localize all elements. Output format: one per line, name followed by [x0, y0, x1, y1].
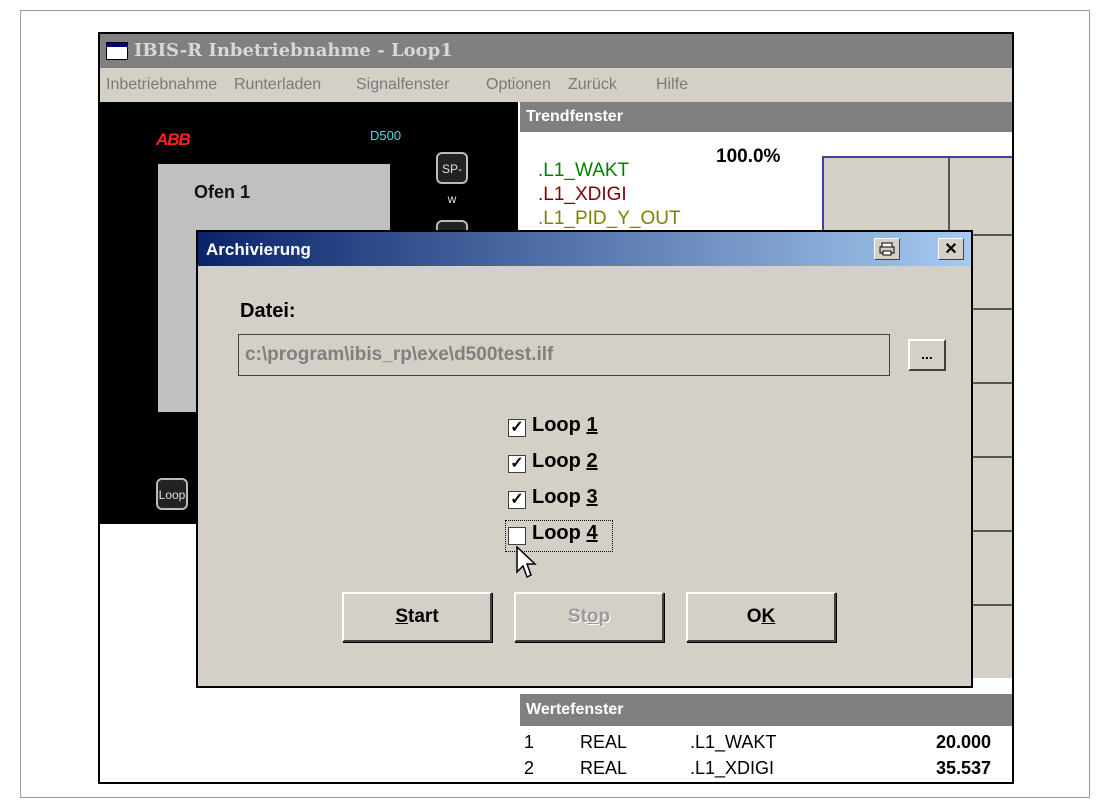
start-button[interactable]: Start [342, 592, 492, 642]
row-number: 2 [524, 758, 535, 778]
menu-runterladen[interactable]: Runterladen [234, 76, 321, 94]
mouse-pointer-icon [516, 546, 537, 579]
menu-signalfenster[interactable]: Signalfenster [356, 76, 449, 94]
file-path-field[interactable] [238, 334, 890, 376]
menu-hilfe[interactable]: Hilfe [656, 76, 688, 94]
table-row: 2 REAL .L1_XDIGI 35.537 [524, 756, 1012, 782]
value-window-header: Wertefenster [520, 694, 1012, 726]
sp-w-button[interactable]: SP-w [436, 152, 468, 206]
menu-bar: Inbetriebnahme Runterladen Signalfenster… [100, 68, 1012, 102]
title-bar: IBIS-R Inbetriebnahme - Loop1 [100, 34, 1012, 68]
menu-zurueck[interactable]: Zurück [568, 76, 617, 94]
menu-inbetriebnahme[interactable]: Inbetriebnahme [106, 76, 217, 94]
row-signal: .L1_XDIGI [690, 758, 775, 778]
loop-2-label: Loop 2 [532, 450, 598, 472]
abb-logo: ABB [156, 130, 191, 149]
print-icon[interactable] [874, 238, 900, 260]
dialog-title: Archivierung [206, 240, 311, 259]
loop-1-checkbox[interactable]: ✓ [508, 419, 526, 437]
row-value: 35.537 [936, 758, 992, 778]
row-signal: .L1_WAKT [690, 732, 777, 752]
archive-dialog: Archivierung ✕ Datei: ... ✓ Loop 1 ✓ Loo… [196, 230, 973, 688]
loop-name: Ofen 1 [194, 182, 251, 202]
loop-button[interactable]: Loop [156, 478, 188, 510]
trend-signal-2: .L1_XDIGI [538, 184, 627, 205]
loop-3-label: Loop 3 [532, 486, 598, 508]
table-row: 1 REAL .L1_WAKT 20.000 [524, 730, 1012, 758]
window-title: IBIS-R Inbetriebnahme - Loop1 [134, 40, 453, 61]
close-icon[interactable]: ✕ [938, 238, 964, 260]
row-number: 1 [524, 732, 535, 752]
app-window-icon [106, 42, 128, 60]
menu-optionen[interactable]: Optionen [486, 76, 551, 94]
trend-scale-top: 100.0% [716, 146, 781, 167]
trend-window-header: Trendfenster [520, 102, 1012, 132]
row-type: REAL [580, 758, 628, 778]
ok-button[interactable]: OK [686, 592, 836, 642]
file-label: Datei: [240, 300, 296, 322]
row-type: REAL [580, 732, 628, 752]
model-label: D500 [370, 128, 402, 143]
stop-button[interactable]: Stop [514, 592, 664, 642]
loop-1-label: Loop 1 [532, 414, 598, 436]
loop-3-checkbox[interactable]: ✓ [508, 491, 526, 509]
dialog-title-bar: Archivierung ✕ [198, 232, 971, 266]
trend-signal-1: .L1_WAKT [538, 160, 630, 181]
loop-2-checkbox[interactable]: ✓ [508, 455, 526, 473]
row-value: 20.000 [936, 732, 992, 752]
browse-button[interactable]: ... [908, 339, 946, 371]
trend-signal-3: .L1_PID_Y_OUT [538, 208, 681, 229]
